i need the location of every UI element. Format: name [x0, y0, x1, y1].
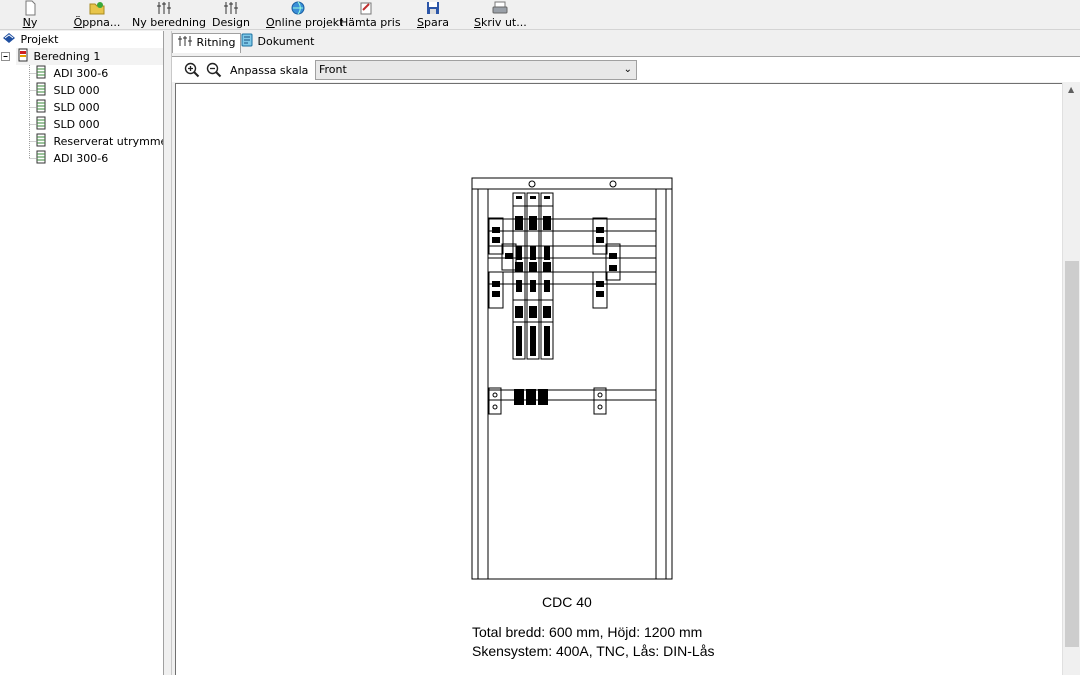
chevron-down-icon: ⌄: [623, 64, 632, 75]
tree-root-projekt[interactable]: Projekt: [1, 31, 58, 48]
tree-item-label: ADI 300-6: [53, 67, 109, 80]
tree-root-label: Projekt: [20, 33, 59, 46]
new-assembly-label: Ny beredning: [132, 16, 206, 29]
module-icon: [36, 82, 46, 96]
tree-item-label: SLD 000: [53, 118, 100, 131]
save-label: Spara: [417, 16, 449, 29]
fetch-price-button[interactable]: Hämta pris: [340, 0, 401, 30]
cabinet-icon: [18, 48, 28, 62]
drawing-icon: [178, 36, 192, 46]
open-folder-icon: [89, 2, 105, 15]
module-icon: [36, 133, 46, 147]
tab-document-label: Dokument: [257, 35, 315, 48]
new-button[interactable]: Ny: [14, 0, 46, 30]
open-button[interactable]: Öppna...: [72, 0, 122, 30]
document-icon: [241, 33, 253, 47]
module-icon: [36, 99, 46, 113]
zoom-in-icon[interactable]: [184, 62, 200, 78]
cabinet-dimensions-text: Total bredd: 600 mm, Höjd: 1200 mm: [472, 624, 703, 640]
save-button[interactable]: Spara: [416, 0, 450, 30]
module-icon: [36, 150, 46, 164]
tree-item-assembly[interactable]: Beredning 1: [16, 48, 163, 65]
tree-item-label: ADI 300-6: [53, 152, 109, 165]
drawing-toolbar: Anpassa skala Front ⌄: [172, 56, 1080, 82]
print-button[interactable]: Skriv ut...: [474, 0, 527, 30]
tab-document[interactable]: Dokument: [236, 33, 318, 53]
main-toolbar: Ny Öppna... Ny beredning Design Online p…: [0, 0, 1080, 30]
open-button-label: Öppna...: [73, 16, 121, 29]
tab-drawing-label: Ritning: [196, 36, 236, 49]
tree-item-label: SLD 000: [53, 84, 100, 97]
fetch-price-icon: [360, 2, 372, 15]
tree-item-label: SLD 000: [53, 101, 100, 114]
design-icon: [224, 2, 238, 14]
view-select[interactable]: Front ⌄: [315, 60, 637, 80]
fetch-price-label: Hämta pris: [340, 16, 401, 29]
cabinet-name-label: CDC 40: [542, 594, 592, 610]
tree-item[interactable]: SLD 000: [34, 82, 100, 99]
tree-item[interactable]: ADI 300-6: [34, 65, 108, 82]
tree-item-label: Reserverat utrymme på s: [53, 135, 164, 148]
tree-item[interactable]: ADI 300-6: [34, 150, 108, 167]
print-icon: [492, 1, 508, 14]
scrollbar-thumb[interactable]: [1065, 261, 1079, 647]
save-icon: [427, 2, 439, 14]
tree-item[interactable]: SLD 000: [34, 116, 100, 133]
drawing-canvas[interactable]: CDC 40 Total bredd: 600 mm, Höjd: 1200 m…: [175, 83, 1063, 675]
cabinet-front-drawing: [471, 177, 673, 580]
module-icon: [36, 65, 46, 79]
view-select-value: Front: [319, 63, 347, 76]
vertical-scrollbar[interactable]: ▲: [1062, 83, 1080, 675]
tree-item[interactable]: Reserverat utrymme på s: [34, 133, 164, 150]
fit-scale-button[interactable]: Anpassa skala: [230, 64, 308, 77]
online-project-button[interactable]: Online projekt: [266, 0, 344, 30]
tree-item[interactable]: SLD 000: [34, 99, 100, 116]
online-project-icon: [291, 1, 305, 15]
new-button-label: Ny: [22, 16, 38, 29]
tree-assembly-label: Beredning 1: [33, 50, 101, 63]
scroll-up-arrow-icon[interactable]: ▲: [1068, 85, 1074, 94]
splitter[interactable]: [164, 31, 172, 675]
new-assembly-icon: [157, 2, 171, 14]
design-button[interactable]: Design: [212, 0, 250, 30]
zoom-out-icon[interactable]: [206, 62, 222, 78]
project-book-icon: [3, 33, 15, 43]
module-icon: [36, 116, 46, 130]
online-project-label: Online projekt: [266, 16, 344, 29]
print-label: Skriv ut...: [474, 16, 527, 29]
new-assembly-button[interactable]: Ny beredning: [132, 0, 206, 30]
busbar-system-text: Skensystem: 400A, TNC, Lås: DIN-Lås: [472, 643, 715, 659]
tab-drawing[interactable]: Ritning: [172, 33, 241, 53]
new-document-icon: [25, 0, 36, 16]
design-label: Design: [212, 16, 250, 29]
project-tree[interactable]: Projekt Beredning 1 ADI 300-6 SLD 000 SL…: [0, 31, 164, 675]
